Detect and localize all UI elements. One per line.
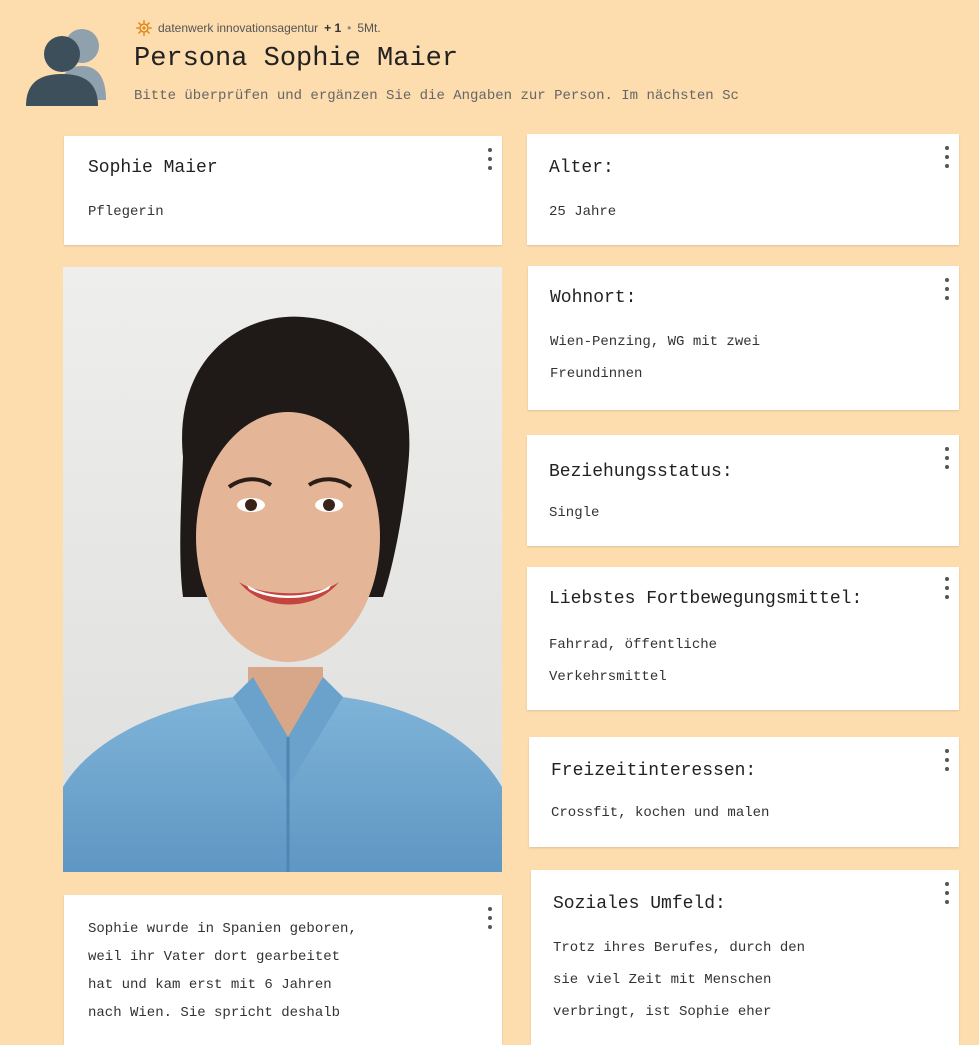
card-text-line-2: Verkehrsmittel	[549, 669, 667, 685]
card-text-line-2: Freundinnen	[550, 366, 643, 382]
card-text: Pflegerin	[88, 204, 164, 220]
card-text-line-1: Wien-Penzing, WG mit zwei	[550, 334, 761, 350]
kebab-menu-icon[interactable]	[486, 907, 494, 929]
age-card[interactable]: Alter: 25 Jahre	[527, 134, 959, 245]
card-text: Crossfit, kochen und malen	[551, 805, 770, 821]
relationship-card[interactable]: Beziehungsstatus: Single	[527, 435, 959, 546]
meta-separator: •	[347, 21, 352, 35]
bio-line-2: weil ihr Vater dort gearbeitet	[88, 949, 341, 965]
page-title: Persona Sophie Maier	[134, 44, 459, 74]
residence-card[interactable]: Wohnort: Wien-Penzing, WG mit zwei Freun…	[528, 266, 959, 410]
card-title: Freizeitinteressen:	[551, 761, 757, 781]
card-text: Single	[549, 505, 600, 521]
page-subtitle: Bitte überprüfen und ergänzen Sie die An…	[134, 88, 739, 104]
persona-photo	[63, 267, 502, 872]
card-text-line-1: Fahrrad, öffentliche	[549, 637, 718, 653]
persona-avatar-icon	[26, 29, 106, 106]
kebab-menu-icon[interactable]	[486, 148, 494, 170]
kebab-menu-icon[interactable]	[943, 882, 951, 904]
card-title: Sophie Maier	[88, 158, 218, 178]
social-card[interactable]: Soziales Umfeld: Trotz ihres Berufes, du…	[531, 870, 959, 1045]
kebab-menu-icon[interactable]	[943, 278, 951, 300]
card-title: Beziehungsstatus:	[549, 462, 733, 482]
kebab-menu-icon[interactable]	[943, 447, 951, 469]
card-title: Soziales Umfeld:	[553, 894, 726, 914]
timestamp: 5Mt.	[357, 21, 381, 35]
card-text-line-2: sie viel Zeit mit Menschen	[553, 972, 772, 988]
bio-line-4: nach Wien. Sie spricht deshalb	[88, 1005, 341, 1021]
bio-line-1: Sophie wurde in Spanien geboren,	[88, 921, 357, 937]
org-name[interactable]: datenwerk innovationsagentur	[158, 21, 318, 35]
transport-card[interactable]: Liebstes Fortbewegungsmittel: Fahrrad, ö…	[527, 567, 959, 710]
kebab-menu-icon[interactable]	[943, 749, 951, 771]
sun-icon	[136, 20, 152, 36]
card-title: Wohnort:	[550, 288, 637, 308]
header: datenwerk innovationsagentur + 1 • 5Mt. …	[0, 0, 979, 120]
collaborator-count[interactable]: + 1	[324, 21, 341, 35]
bio-line-3: hat und kam erst mit 6 Jahren	[88, 977, 332, 993]
kebab-menu-icon[interactable]	[943, 577, 951, 599]
hobbies-card[interactable]: Freizeitinteressen: Crossfit, kochen und…	[529, 737, 959, 847]
bio-card[interactable]: Sophie wurde in Spanien geboren, weil ih…	[64, 895, 502, 1045]
card-text-line-3: verbringt, ist Sophie eher	[553, 1004, 772, 1020]
post-meta: datenwerk innovationsagentur + 1 • 5Mt.	[136, 20, 381, 36]
card-title: Liebstes Fortbewegungsmittel:	[549, 589, 863, 609]
card-title: Alter:	[549, 158, 614, 178]
name-card[interactable]: Sophie Maier Pflegerin	[64, 136, 502, 245]
card-text: 25 Jahre	[549, 204, 617, 220]
card-text-line-1: Trotz ihres Berufes, durch den	[553, 940, 806, 956]
kebab-menu-icon[interactable]	[943, 146, 951, 168]
